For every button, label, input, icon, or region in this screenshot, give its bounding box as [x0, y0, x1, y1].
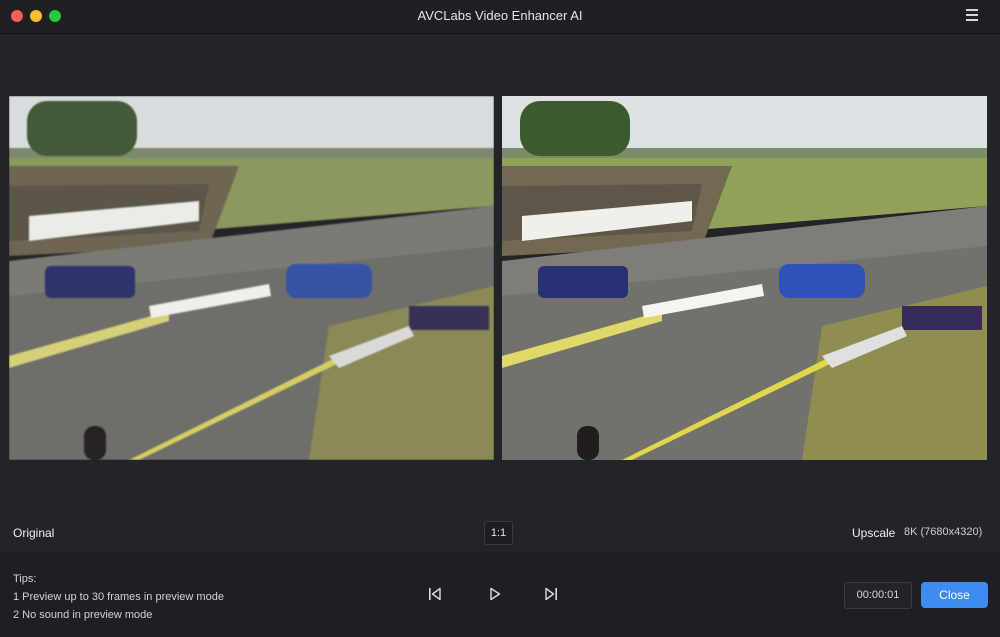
original-video-frame — [9, 96, 494, 460]
upscale-label: Upscale — [852, 526, 896, 540]
close-button[interactable]: Close — [921, 582, 988, 608]
tips-heading: Tips: — [13, 573, 37, 585]
tips-panel: Tips: 1 Preview up to 30 frames in previ… — [13, 570, 224, 624]
original-label: Original — [13, 526, 55, 540]
tip-line-1: 1 Preview up to 30 frames in preview mod… — [13, 591, 224, 603]
hamburger-menu-icon[interactable] — [966, 9, 978, 23]
skip-previous-icon[interactable] — [427, 586, 443, 602]
window-title: AVCLabs Video Enhancer AI — [417, 8, 583, 23]
play-icon[interactable] — [487, 586, 503, 602]
upscale-resolution: 8K (7680x4320) — [904, 526, 983, 538]
ratio-1-1-button[interactable]: 1:1 — [484, 521, 513, 545]
preview-area: Original 1:1 Upscale 8K (7680x4320) — [0, 34, 1000, 553]
race-track-scene-upscaled — [502, 96, 987, 460]
skip-next-icon[interactable] — [543, 586, 559, 602]
upscaled-video-frame — [502, 96, 987, 460]
bottom-control-bar: Tips: 1 Preview up to 30 frames in previ… — [0, 553, 1000, 637]
timecode-display: 00:00:01 — [844, 582, 912, 609]
race-track-scene-original — [9, 96, 494, 460]
title-bar: AVCLabs Video Enhancer AI — [0, 0, 1000, 34]
tip-line-2: 2 No sound in preview mode — [13, 609, 153, 621]
